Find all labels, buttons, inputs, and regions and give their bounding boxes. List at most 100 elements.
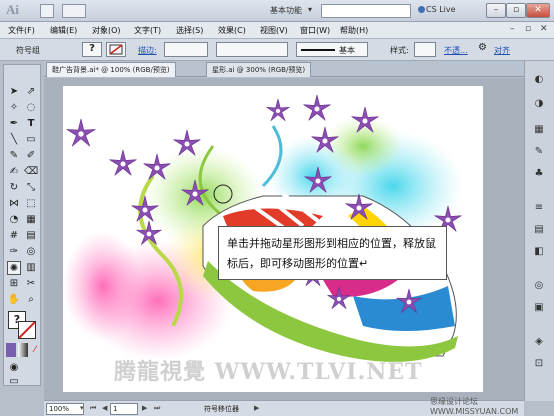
star-symbol[interactable] (351, 106, 379, 133)
gradient-mode-icon[interactable] (18, 343, 28, 357)
color-mode-icon[interactable] (6, 343, 16, 357)
workspace-dropdown-icon[interactable]: ▾ (308, 5, 312, 14)
menu-help[interactable]: 帮助(H) (340, 25, 368, 36)
scale-tool-icon[interactable]: ⤡ (24, 181, 38, 195)
last-page-icon[interactable]: ⏭ (154, 404, 160, 413)
stroke-weight-field[interactable] (164, 42, 208, 57)
fill-color-swatch[interactable]: ? (82, 42, 102, 57)
blob-brush-tool-icon[interactable]: ✍ (7, 165, 21, 179)
column-graph-tool-icon[interactable]: ▥ (24, 261, 38, 275)
stroke-color-swatch[interactable] (106, 42, 126, 57)
star-symbol[interactable] (327, 286, 351, 309)
type-tool-icon[interactable]: T (24, 117, 38, 131)
doc-minimize-button[interactable]: – (510, 24, 515, 34)
line-tool-icon[interactable]: ╲ (7, 133, 21, 147)
rotate-tool-icon[interactable]: ↻ (7, 181, 21, 195)
variable-width-field[interactable] (216, 42, 288, 57)
tab-shoe-ad[interactable]: 鞋广告背景.ai* @ 100% (RGB/预览) (46, 62, 176, 77)
star-symbol[interactable] (304, 166, 332, 193)
star-symbol[interactable] (345, 193, 373, 220)
appearance-panel-icon[interactable]: ◎ (531, 279, 547, 293)
star-symbol[interactable] (131, 195, 159, 222)
mesh-tool-icon[interactable]: # (7, 229, 21, 243)
doc-restore-button[interactable]: ▫ (525, 24, 531, 34)
bridge-icon[interactable] (40, 4, 54, 18)
direct-selection-tool-icon[interactable]: ⇗ (24, 85, 38, 99)
star-symbol[interactable] (303, 94, 331, 121)
workspace-switcher[interactable]: 基本功能 (270, 5, 302, 16)
menu-edit[interactable]: 编辑(E) (50, 25, 77, 36)
align-link[interactable]: 对齐 (494, 45, 510, 56)
menu-type[interactable]: 文字(T) (134, 25, 161, 36)
star-symbol[interactable] (136, 220, 162, 245)
arrange-documents-icon[interactable] (62, 4, 86, 18)
menu-file[interactable]: 文件(F) (8, 25, 35, 36)
free-transform-tool-icon[interactable]: ⬚ (24, 197, 38, 211)
star-symbol[interactable] (311, 126, 339, 153)
width-tool-icon[interactable]: ⋈ (7, 197, 21, 211)
menu-view[interactable]: 视图(V) (260, 25, 288, 36)
color-guide-icon[interactable]: ◑ (531, 97, 547, 111)
zoom-tool-icon[interactable]: ⌕ (24, 293, 38, 307)
hand-tool-icon[interactable]: ✋ (7, 293, 21, 307)
zoom-dropdown-icon[interactable]: ▾ (80, 404, 84, 412)
transparency-panel-icon[interactable]: ◧ (531, 245, 547, 259)
menu-effect[interactable]: 效果(C) (218, 25, 246, 36)
draw-mode-icon[interactable]: ◉ (7, 361, 21, 375)
star-symbol[interactable] (173, 129, 201, 156)
paintbrush-tool-icon[interactable]: ✎ (7, 149, 21, 163)
tab-star[interactable]: 星形.ai @ 300% (RGB/预览) (206, 62, 312, 77)
eyedropper-tool-icon[interactable]: ✑ (7, 245, 21, 259)
color-panel-icon[interactable]: ◐ (531, 73, 547, 87)
page-field[interactable]: 1 (110, 403, 138, 415)
layers-panel-icon[interactable]: ◈ (531, 335, 547, 349)
brush-definition-field[interactable]: 基本 (296, 42, 368, 57)
screen-mode-icon[interactable]: ▭ (7, 375, 21, 389)
canvas[interactable]: 单击并拖动星形图形到相应的位置，释放鼠标后，即可移动图形的位置↵ 腾龍視覺 WW… (44, 78, 524, 400)
minimize-button[interactable]: – (486, 3, 506, 18)
swatches-panel-icon[interactable]: ▦ (531, 123, 547, 137)
artboards-panel-icon[interactable]: ⊡ (531, 357, 547, 371)
star-symbol[interactable] (266, 98, 290, 121)
prev-page-icon[interactable]: ◀ (102, 404, 107, 412)
doc-close-button[interactable]: ✕ (540, 24, 548, 34)
stroke-panel-link[interactable]: 描边: (138, 45, 157, 56)
blend-tool-icon[interactable]: ◎ (24, 245, 38, 259)
zoom-field[interactable]: 100% (46, 403, 84, 415)
star-symbol[interactable] (143, 153, 171, 180)
star-symbol[interactable] (66, 118, 96, 147)
rectangle-tool-icon[interactable]: ▭ (24, 133, 38, 147)
restore-button[interactable]: ▫ (506, 3, 526, 18)
lasso-tool-icon[interactable]: ◌ (24, 101, 38, 115)
recolor-icon[interactable]: ⚙ (478, 42, 487, 53)
star-symbol[interactable] (109, 149, 137, 176)
symbol-sprayer-tool-icon[interactable]: ✺ (7, 261, 21, 275)
graphic-styles-panel-icon[interactable]: ▣ (531, 301, 547, 315)
brushes-panel-icon[interactable]: ✎ (531, 145, 547, 159)
slice-tool-icon[interactable]: ✂ (24, 277, 38, 291)
artboard-tool-icon[interactable]: ⊞ (7, 277, 21, 291)
star-symbol[interactable] (181, 179, 209, 206)
star-symbol[interactable] (396, 288, 422, 313)
pencil-tool-icon[interactable]: ✐ (24, 149, 38, 163)
menu-select[interactable]: 选择(S) (176, 25, 203, 36)
graphic-style-swatch[interactable] (414, 42, 436, 57)
shape-builder-tool-icon[interactable]: ◔ (7, 213, 21, 227)
gradient-tool-icon[interactable]: ▤ (24, 229, 38, 243)
first-page-icon[interactable]: ⏮ (90, 404, 96, 413)
perspective-grid-tool-icon[interactable]: ▦ (24, 213, 38, 227)
stroke-color-icon[interactable] (18, 321, 36, 339)
menu-object[interactable]: 对象(O) (92, 25, 121, 36)
cs-live-button[interactable]: CS Live (426, 5, 456, 14)
opacity-link[interactable]: 不透... (444, 45, 468, 56)
magic-wand-tool-icon[interactable]: ✧ (7, 101, 21, 115)
gradient-panel-icon[interactable]: ▤ (531, 223, 547, 237)
menu-window[interactable]: 窗口(W) (300, 25, 330, 36)
selection-tool-icon[interactable]: ➤ (7, 85, 21, 99)
pen-tool-icon[interactable]: ✒ (7, 117, 21, 131)
symbols-panel-icon[interactable]: ♣ (531, 167, 547, 181)
help-search-input[interactable] (321, 4, 411, 18)
stroke-panel-icon[interactable]: ≡ (531, 201, 547, 215)
close-button[interactable]: ✕ (526, 3, 550, 18)
status-menu-icon[interactable]: ▶ (254, 404, 259, 412)
